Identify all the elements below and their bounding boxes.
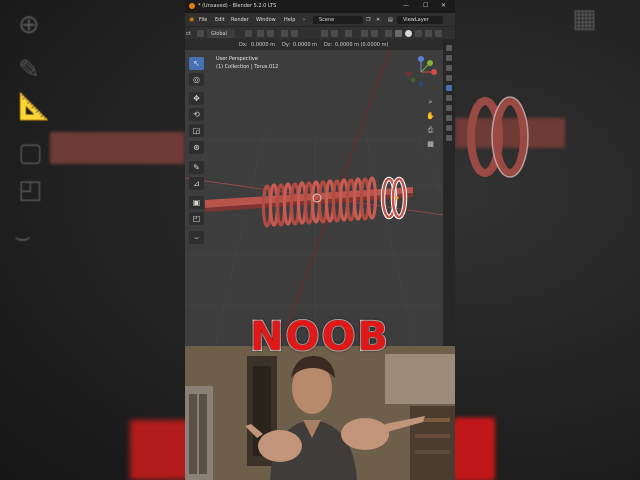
view-layer-selector[interactable]: ViewLayer bbox=[397, 16, 443, 24]
view-layer-name: ViewLayer bbox=[403, 17, 429, 23]
select-box-icon[interactable]: ↖ bbox=[189, 57, 204, 70]
modifier-tab-icon[interactable] bbox=[446, 95, 452, 101]
bg-cursor-icon: ⊕ bbox=[18, 10, 40, 40]
menu-bar: ◉ File Edit Render Window Help › Scene ❐… bbox=[185, 13, 455, 26]
dz-label: Dz: bbox=[324, 42, 333, 48]
zoom-icon[interactable]: ⌕ bbox=[425, 97, 436, 108]
view-layer-icon: ▤ bbox=[388, 17, 393, 23]
curve-icon[interactable]: ⌣ bbox=[189, 231, 204, 244]
blender-logo-icon bbox=[189, 3, 195, 9]
dz-value: 0.0000 m (0.0000 m) bbox=[335, 42, 389, 48]
blender-menu-icon[interactable]: ◉ bbox=[189, 16, 194, 23]
snap-target-icon[interactable] bbox=[267, 30, 274, 37]
overlay-icon[interactable] bbox=[361, 30, 368, 37]
pivot-icon[interactable] bbox=[245, 30, 252, 37]
bg-pen-icon: ✎ bbox=[18, 55, 40, 85]
bg-curve-icon: ⌣ bbox=[14, 222, 32, 252]
bg-measure-icon: 📐 bbox=[18, 92, 51, 122]
menu-file[interactable]: File bbox=[199, 17, 207, 23]
shading-options-icon[interactable] bbox=[435, 30, 442, 37]
orientation-label: Global bbox=[211, 31, 227, 37]
move-icon[interactable]: ✥ bbox=[189, 92, 204, 105]
material-tab-icon[interactable] bbox=[446, 135, 452, 141]
object-origin bbox=[395, 196, 399, 200]
window-title: * (Unsaved) - Blender 5.2.0 LTS bbox=[198, 3, 277, 9]
solid-shading-icon[interactable] bbox=[405, 30, 412, 37]
view-object-types-icon[interactable] bbox=[321, 30, 328, 37]
noob-caption: NOOB bbox=[249, 313, 390, 361]
properties-tab-strip bbox=[443, 39, 455, 346]
minimize-icon[interactable]: — bbox=[403, 2, 409, 9]
blender-window: * (Unsaved) - Blender 5.2.0 LTS — ☐ ✕ ◉ … bbox=[185, 0, 455, 480]
hand-pan-icon[interactable]: ✋ bbox=[425, 111, 436, 122]
navigation-gizmo bbox=[406, 56, 437, 87]
view-layer-tab-icon[interactable] bbox=[446, 75, 452, 81]
visibility-icon[interactable] bbox=[345, 30, 352, 37]
bg-rings bbox=[467, 96, 529, 178]
reaction-video bbox=[185, 346, 455, 480]
cursor-icon[interactable]: ◎ bbox=[189, 73, 204, 86]
measure-icon[interactable]: ⊿ bbox=[189, 177, 204, 190]
overlay-dropdown-icon[interactable] bbox=[371, 30, 378, 37]
dx-value: 0.0000 m bbox=[251, 42, 275, 48]
extrude-icon[interactable]: ◰ bbox=[189, 212, 204, 225]
camera-icon[interactable]: ⎙ bbox=[425, 125, 436, 136]
transform-readout: Dx: 0.0000 m Dy: 0.0000 m Dz: 0.0000 m (… bbox=[185, 39, 455, 50]
wireframe-shading-icon[interactable] bbox=[395, 30, 402, 37]
data-tab-icon[interactable] bbox=[446, 125, 452, 131]
gizmo-icon[interactable] bbox=[331, 30, 338, 37]
proportional-icon[interactable] bbox=[281, 30, 288, 37]
3d-viewport[interactable]: ↖ ◎ ✥ ⟲ ◲ ⊛ ✎ ⊿ ▣ ◰ ⌣ User Perspective (… bbox=[185, 50, 443, 346]
snap-icon[interactable] bbox=[257, 30, 264, 37]
scene-copy-icon[interactable]: ❐ bbox=[366, 17, 370, 23]
scale-icon[interactable]: ◲ bbox=[189, 124, 204, 137]
add-cube-icon[interactable]: ▣ bbox=[189, 196, 204, 209]
collection-info: (1) Collection | Torus.012 bbox=[216, 64, 279, 70]
scene-delete-icon[interactable]: ✕ bbox=[376, 17, 380, 23]
viewport-header: ct Global bbox=[185, 26, 455, 40]
bg-cube-icon: ▢ bbox=[18, 138, 43, 168]
menu-window[interactable]: Window bbox=[256, 17, 276, 23]
transform-icon-hdr[interactable] bbox=[197, 30, 204, 37]
output-tab-icon[interactable] bbox=[446, 65, 452, 71]
title-bar: * (Unsaved) - Blender 5.2.0 LTS — ☐ ✕ bbox=[185, 0, 455, 13]
dy-value: 0.0000 m bbox=[293, 42, 317, 48]
constraint-tab-icon[interactable] bbox=[446, 115, 452, 121]
bg-grid-icon: ▦ bbox=[572, 4, 597, 34]
transform-icon[interactable]: ⊛ bbox=[189, 141, 204, 154]
physics-tab-icon[interactable] bbox=[446, 105, 452, 111]
dy-label: Dy: bbox=[282, 42, 291, 48]
viewport-scene bbox=[185, 50, 443, 346]
scene-selector[interactable]: Scene bbox=[313, 16, 363, 24]
maximize-icon[interactable]: ☐ bbox=[423, 2, 428, 9]
menu-help[interactable]: Help bbox=[284, 17, 295, 23]
dx-label: Dx: bbox=[239, 42, 248, 48]
tool-tab-icon[interactable] bbox=[446, 45, 452, 51]
bg-extrude-icon: ◰ bbox=[18, 175, 43, 205]
bg-caption-blur-right bbox=[455, 418, 495, 480]
render-shading-icon[interactable] bbox=[425, 30, 432, 37]
workspace-arrow-icon[interactable]: › bbox=[303, 17, 305, 23]
rotate-icon[interactable]: ⟲ bbox=[189, 108, 204, 121]
object-tab-icon[interactable] bbox=[446, 85, 452, 91]
annotate-icon[interactable]: ✎ bbox=[189, 161, 204, 174]
view-name: User Perspective bbox=[216, 56, 258, 62]
render-tab-icon[interactable] bbox=[446, 55, 452, 61]
grid-icon[interactable]: ▦ bbox=[425, 139, 436, 150]
xray-icon[interactable] bbox=[385, 30, 392, 37]
orientation-dropdown[interactable]: Global bbox=[207, 29, 235, 38]
material-shading-icon[interactable] bbox=[415, 30, 422, 37]
falloff-icon[interactable] bbox=[291, 30, 298, 37]
menu-render[interactable]: Render bbox=[231, 17, 249, 23]
scene-name: Scene bbox=[319, 17, 335, 23]
close-icon[interactable]: ✕ bbox=[441, 2, 446, 9]
reaction-video-frame bbox=[185, 346, 455, 480]
menu-edit[interactable]: Edit bbox=[215, 17, 225, 23]
editor-type-icon[interactable]: ct bbox=[186, 31, 191, 37]
bg-bar-left bbox=[50, 132, 185, 164]
